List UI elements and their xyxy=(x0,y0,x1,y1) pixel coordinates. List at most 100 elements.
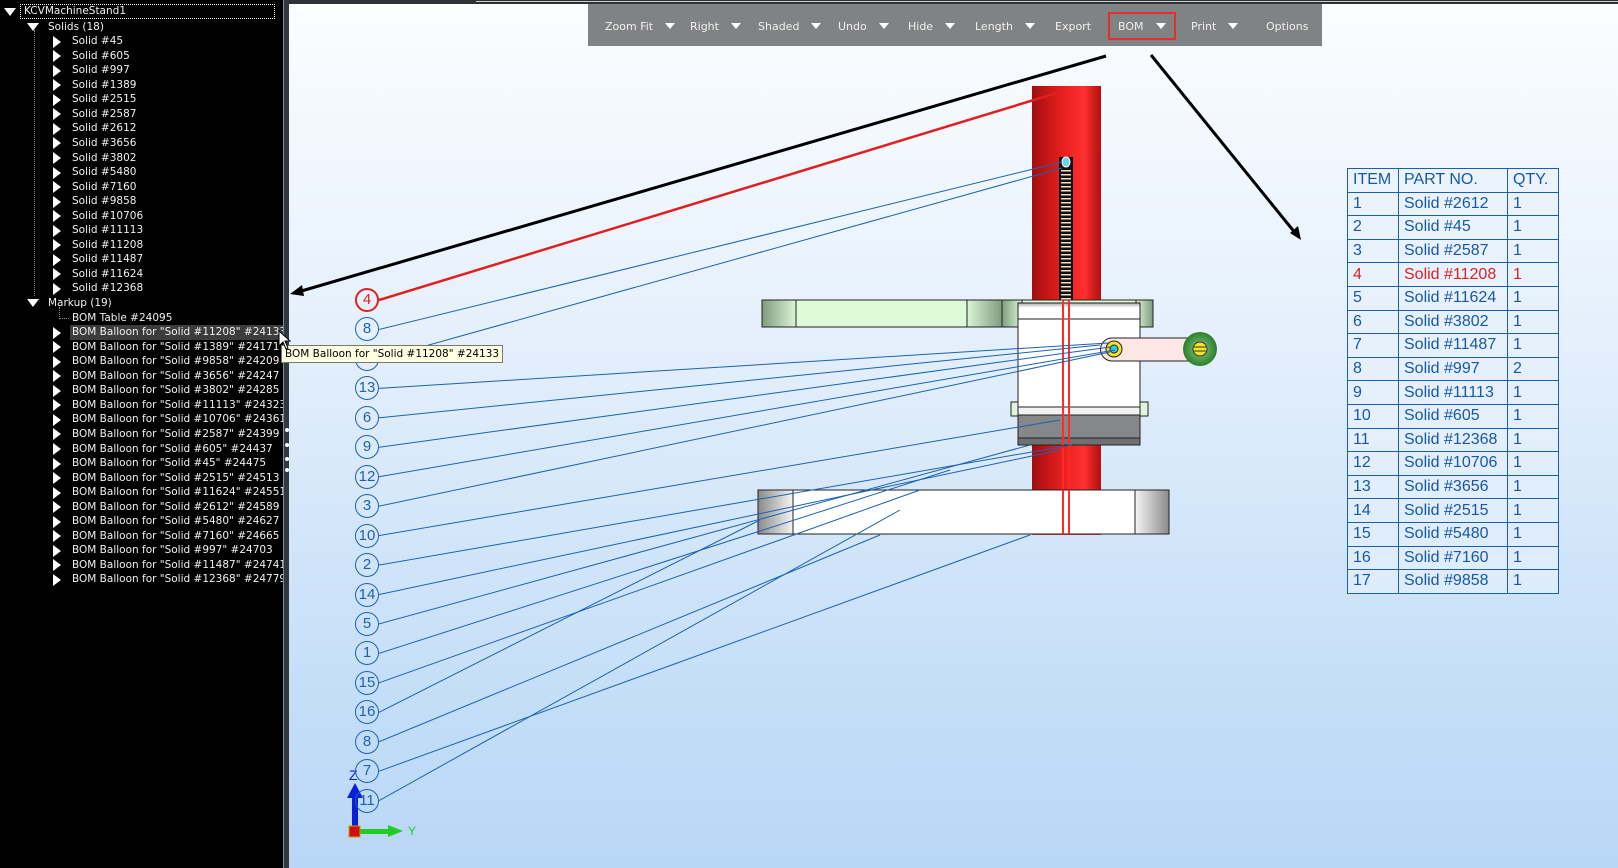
bom-balloon[interactable]: 15 xyxy=(355,670,379,695)
bom-balloon[interactable]: 3 xyxy=(355,494,379,519)
expand-icon[interactable] xyxy=(53,50,61,63)
tree-item-markup[interactable]: BOM Balloon for "Solid #11113" #24323 xyxy=(70,398,288,413)
collapse-icon[interactable] xyxy=(27,22,39,31)
expand-icon[interactable] xyxy=(53,486,61,499)
tree-item-solid[interactable]: Solid #12368 xyxy=(72,281,143,296)
tree-item-solid[interactable]: Solid #2515 xyxy=(72,92,136,107)
bom-row[interactable]: 6 Solid #3802 1 xyxy=(1347,309,1559,335)
toolbar-undo-button[interactable]: Undo xyxy=(830,14,897,38)
dropdown-caret-icon[interactable] xyxy=(665,23,676,29)
expand-icon[interactable] xyxy=(53,137,61,150)
expand-icon[interactable] xyxy=(53,282,61,295)
bom-balloon[interactable]: 2 xyxy=(355,553,379,578)
expand-icon[interactable] xyxy=(53,253,61,266)
tree-item-solid[interactable]: Solid #9858 xyxy=(72,194,136,209)
expand-icon[interactable] xyxy=(53,79,61,92)
tree-item-solid[interactable]: Solid #11113 xyxy=(72,223,143,238)
bom-balloon[interactable]: 8 xyxy=(355,729,379,754)
tree-group-solids[interactable]: Solids (18) xyxy=(48,20,104,35)
bom-row[interactable]: 11 Solid #12368 1 xyxy=(1347,427,1559,453)
dropdown-caret-icon[interactable] xyxy=(878,23,889,29)
toolbar-hide-button[interactable]: Hide xyxy=(900,14,963,38)
tree-item-solid[interactable]: Solid #11624 xyxy=(72,267,143,282)
expand-icon[interactable] xyxy=(53,239,61,252)
bom-row[interactable]: 14 Solid #2515 1 xyxy=(1347,498,1559,523)
expand-icon[interactable] xyxy=(53,515,61,528)
tree-item-solid[interactable]: Solid #605 xyxy=(72,49,130,64)
expand-icon[interactable] xyxy=(53,472,61,485)
bom-row[interactable]: 12 Solid #10706 1 xyxy=(1347,451,1559,476)
bom-row[interactable]: 8 Solid #997 2 xyxy=(1347,356,1559,382)
bom-row[interactable]: 1 Solid #2612 1 xyxy=(1347,191,1559,217)
dropdown-caret-icon[interactable] xyxy=(730,23,741,29)
tree-item-solid[interactable]: Solid #1389 xyxy=(72,78,136,93)
tree-item-markup[interactable]: BOM Balloon for "Solid #3656" #24247 xyxy=(70,369,281,384)
tree-item-solid[interactable]: Solid #10706 xyxy=(72,209,143,224)
bom-row[interactable]: 2 Solid #45 1 xyxy=(1347,215,1559,240)
expand-icon[interactable] xyxy=(53,399,61,412)
bom-balloon[interactable]: 12 xyxy=(355,464,379,489)
bom-row[interactable]: 13 Solid #3656 1 xyxy=(1347,474,1559,500)
expand-icon[interactable] xyxy=(53,122,61,135)
expand-icon[interactable] xyxy=(53,224,61,237)
collapse-icon[interactable] xyxy=(4,8,16,16)
bom-balloon[interactable]: 14 xyxy=(355,582,379,607)
tree-item-markup[interactable]: BOM Balloon for "Solid #12368" #24779 xyxy=(70,572,288,587)
expand-icon[interactable] xyxy=(53,559,61,572)
toolbar-length-button[interactable]: Length xyxy=(967,14,1043,38)
expand-icon[interactable] xyxy=(53,152,61,164)
bom-row[interactable]: 10 Solid #605 1 xyxy=(1347,403,1559,429)
bom-balloon[interactable]: 11 xyxy=(355,788,379,813)
tree-item-solid[interactable]: Solid #45 xyxy=(72,34,123,49)
expand-icon[interactable] xyxy=(53,428,61,441)
bom-row[interactable]: 4 Solid #11208 1 xyxy=(1347,262,1559,287)
dropdown-caret-icon[interactable] xyxy=(1155,23,1166,29)
bom-row[interactable]: 9 Solid #11113 1 xyxy=(1347,380,1559,405)
expand-icon[interactable] xyxy=(53,384,61,397)
tree-item-markup[interactable]: BOM Balloon for "Solid #7160" #24665 xyxy=(70,529,281,544)
toolbar-zoom-fit-button[interactable]: Zoom Fit xyxy=(597,14,683,38)
bom-balloon[interactable]: 5 xyxy=(355,611,379,636)
tree-item-solid[interactable]: Solid #5480 xyxy=(72,165,136,180)
tree-root[interactable]: KCVMachineStand1 xyxy=(20,4,275,19)
toolbar-print-button[interactable]: Print xyxy=(1183,14,1246,38)
expand-icon[interactable] xyxy=(53,530,61,543)
bom-row[interactable]: 3 Solid #2587 1 xyxy=(1347,238,1559,264)
tree-item-solid[interactable]: Solid #997 xyxy=(72,63,130,78)
tree-item-markup[interactable]: BOM Balloon for "Solid #5480" #24627 xyxy=(70,514,281,529)
tree-item-markup[interactable]: BOM Balloon for "Solid #11624" #24551 xyxy=(70,485,288,500)
expand-icon[interactable] xyxy=(53,210,61,223)
tree-item-markup[interactable]: BOM Balloon for "Solid #11208" #24133 xyxy=(70,325,289,340)
expand-icon[interactable] xyxy=(53,195,61,208)
tree-item-markup[interactable]: BOM Balloon for "Solid #10706" #24361 xyxy=(70,412,288,427)
expand-icon[interactable] xyxy=(53,355,61,368)
expand-icon[interactable] xyxy=(53,457,61,470)
tree-item-markup[interactable]: BOM Balloon for "Solid #2515" #24513 xyxy=(70,471,281,486)
expand-icon[interactable] xyxy=(53,108,61,121)
bom-row[interactable]: 16 Solid #7160 1 xyxy=(1347,545,1559,571)
tree-item-markup[interactable]: BOM Balloon for "Solid #2612" #24589 xyxy=(70,500,281,515)
tree-item-markup[interactable]: BOM Balloon for "Solid #605" #24437 xyxy=(70,442,275,457)
tree-item-markup[interactable]: BOM Balloon for "Solid #997" #24703 xyxy=(70,543,275,558)
expand-icon[interactable] xyxy=(53,35,61,48)
expand-icon[interactable] xyxy=(53,443,61,455)
expand-icon[interactable] xyxy=(53,413,61,426)
bom-row[interactable]: 17 Solid #9858 1 xyxy=(1347,569,1559,594)
tree-group-markup[interactable]: Markup (19) xyxy=(48,296,112,311)
tree-item-solid[interactable]: Solid #2612 xyxy=(72,121,136,136)
expand-icon[interactable] xyxy=(53,64,61,77)
bom-balloon[interactable]: 7 xyxy=(355,759,379,784)
toolbar-export-button[interactable]: Export xyxy=(1047,14,1099,38)
tree-item-solid[interactable]: Solid #3802 xyxy=(72,151,136,166)
tree-item-markup[interactable]: BOM Balloon for "Solid #45" #24475 xyxy=(70,456,268,471)
expand-icon[interactable] xyxy=(53,501,61,514)
expand-icon[interactable] xyxy=(53,544,61,557)
bom-row[interactable]: 7 Solid #11487 1 xyxy=(1347,333,1559,358)
bom-balloon[interactable]: 4 xyxy=(355,288,379,312)
dropdown-caret-icon[interactable] xyxy=(1024,23,1035,29)
tree-item-markup[interactable]: BOM Balloon for "Solid #1389" #24171 xyxy=(70,340,281,355)
tree-item-markup[interactable]: BOM Balloon for "Solid #2587" #24399 xyxy=(70,427,281,442)
collapse-icon[interactable] xyxy=(27,299,39,307)
tree-item-markup[interactable]: BOM Balloon for "Solid #9858" #24209 xyxy=(70,354,281,369)
bom-table[interactable]: ITEM PART NO. QTY. 1 Solid #2612 1 2 Solid #… xyxy=(1347,168,1559,594)
